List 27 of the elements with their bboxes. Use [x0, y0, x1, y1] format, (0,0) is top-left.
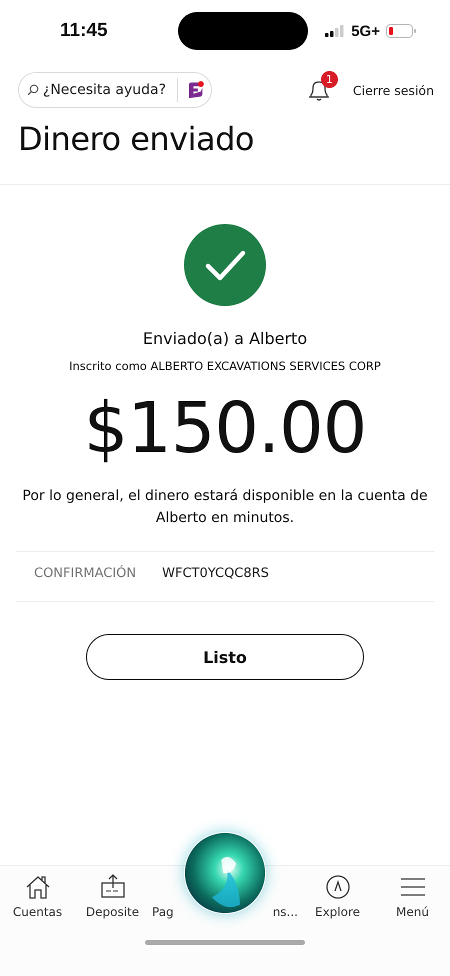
- availability-note: Por lo general, el dinero estará disponible en la cuenta de Alberto en minutos.: [21, 487, 429, 528]
- amount-text: $150.00: [84, 387, 366, 469]
- home-icon[interactable]: [24, 874, 50, 900]
- battery-icon: [386, 24, 416, 38]
- nav-label[interactable]: Explore: [314, 905, 360, 919]
- nav-label[interactable]: ns...: [272, 905, 298, 919]
- page-title: Dinero enviado: [18, 120, 255, 158]
- recipient-text: Enviado(a) a Alberto: [142, 329, 308, 348]
- signal-icon: [325, 25, 346, 37]
- nav-label[interactable]: Cuentas: [12, 905, 62, 919]
- nav-label[interactable]: Pag: [152, 905, 174, 919]
- logout-link[interactable]: Cierre sesión: [352, 82, 434, 98]
- notification-count: 1: [320, 71, 338, 88]
- search-bar[interactable]: ¿Necesita ayuda?: [18, 72, 212, 108]
- compass-icon[interactable]: [324, 874, 350, 900]
- search-field[interactable]: ¿Necesita ayuda?: [42, 82, 169, 98]
- nav-label[interactable]: Menú: [396, 905, 429, 919]
- confirmation-number: WFCT0YCQC8RS: [162, 566, 269, 581]
- deposit-icon[interactable]: [100, 874, 126, 900]
- status-time: 11:45: [60, 20, 109, 42]
- network-label: 5G+: [351, 22, 380, 40]
- success-check-icon: [184, 224, 266, 306]
- done-button[interactable]: Listo: [86, 634, 364, 680]
- enrolled-name-text: Inscrito como ALBERTO EXCAVATIONS SERVICES CORP: [69, 359, 381, 373]
- search-icon: [27, 82, 39, 98]
- confirmation-label: CONFIRMACIÓN: [34, 566, 136, 581]
- nav-label[interactable]: Deposite: [86, 905, 140, 919]
